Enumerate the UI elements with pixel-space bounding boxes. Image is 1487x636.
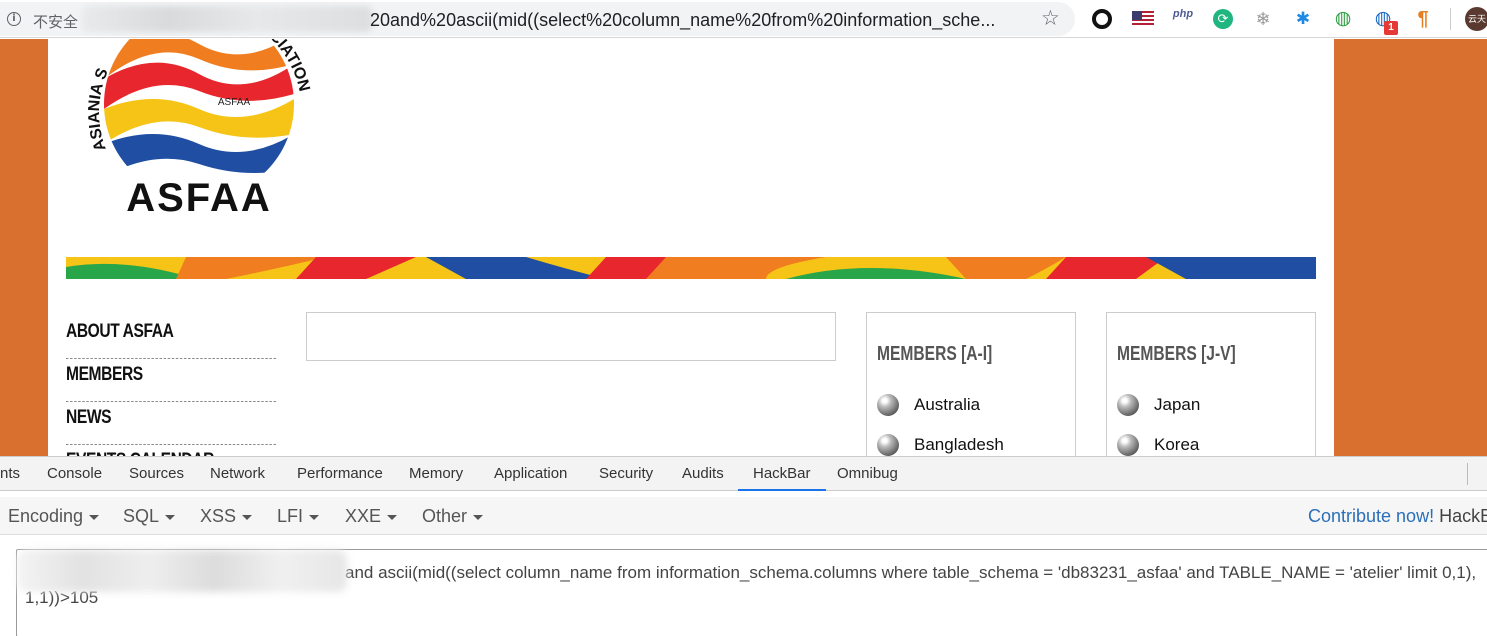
lfi-menu-label: LFI — [277, 506, 304, 526]
members-j-v-panel: MEMBERS [J-V] Japan Korea — [1106, 312, 1316, 456]
browser-toolbar: i 不安全 20and%20ascii(mid((select%20column… — [0, 0, 1487, 38]
tab-security[interactable]: Security — [599, 457, 653, 491]
php-icon[interactable]: php — [1172, 8, 1194, 30]
extension-badge: 1 — [1384, 21, 1398, 35]
pilcrow-icon[interactable]: ¶ — [1412, 8, 1434, 30]
xxe-menu[interactable]: XXE — [345, 497, 398, 535]
hackbar-toolbar: Encoding SQL XSS LFI XXE Other Contribut… — [0, 497, 1487, 535]
country-item[interactable]: Australia — [877, 394, 1065, 416]
country-item[interactable]: Bangladesh — [877, 434, 1065, 456]
page-container: ASFAA ASIANIA S OCIATION ASFAA ABOUT ASF… — [48, 39, 1334, 456]
other-menu-label: Other — [422, 506, 468, 526]
globe-icon — [1117, 394, 1139, 416]
profile-avatar[interactable]: 云天 — [1465, 7, 1487, 31]
contribute-area: Contribute now! HackB — [1308, 497, 1487, 535]
sync-icon[interactable]: ⟳ — [1213, 9, 1233, 29]
nav-news[interactable]: NEWS — [66, 402, 276, 445]
chevron-down-icon — [89, 514, 100, 520]
lfi-menu[interactable]: LFI — [277, 497, 320, 535]
security-label[interactable]: 不安全 — [33, 11, 78, 32]
tab-console[interactable]: Console — [47, 457, 102, 491]
country-item[interactable]: Korea — [1117, 434, 1305, 456]
members-a-i-title: MEMBERS [A-I] — [877, 343, 993, 365]
chevron-down-icon — [309, 514, 320, 520]
us-flag-icon[interactable] — [1132, 11, 1154, 27]
content-box — [306, 312, 836, 361]
devtools-tabs: nts Console Sources Network Performance … — [0, 457, 1487, 491]
tab-application[interactable]: Application — [494, 457, 567, 491]
tab-audits[interactable]: Audits — [682, 457, 724, 491]
encoding-menu-label: Encoding — [8, 506, 84, 526]
globe-icon — [1117, 434, 1139, 456]
chevron-down-icon — [387, 514, 398, 520]
nav-about[interactable]: ABOUT ASFAA — [66, 316, 276, 359]
tabs-divider — [1467, 463, 1468, 485]
asfaa-logo[interactable]: ASFAA ASIANIA S OCIATION ASFAA — [84, 39, 314, 219]
nav-events-calendar[interactable]: EVENTS CALENDAR — [66, 445, 276, 456]
tab-memory[interactable]: Memory — [409, 457, 463, 491]
hackbar-name: HackB — [1439, 506, 1487, 526]
country-label: Japan — [1154, 395, 1201, 414]
xss-menu[interactable]: XSS — [200, 497, 253, 535]
toolbar-divider — [1450, 8, 1451, 30]
sql-menu-label: SQL — [123, 506, 160, 526]
tab-hackbar[interactable]: HackBar — [738, 457, 826, 491]
page-viewport: ASFAA ASIANIA S OCIATION ASFAA ABOUT ASF… — [0, 39, 1487, 456]
country-label: Australia — [914, 395, 981, 414]
circle-icon[interactable] — [1092, 9, 1112, 29]
chevron-down-icon — [473, 514, 484, 520]
site-nav: ABOUT ASFAA MEMBERS NEWS EVENTS CALENDAR — [66, 316, 276, 456]
sql-menu[interactable]: SQL — [123, 497, 176, 535]
other-menu[interactable]: Other — [422, 497, 484, 535]
country-label: Korea — [1154, 435, 1200, 454]
snowflake-icon[interactable]: ❄ — [1252, 8, 1274, 30]
redacted-url-segment — [17, 550, 347, 592]
encoding-menu[interactable]: Encoding — [8, 497, 100, 535]
logo-inner-text: ASFAA — [218, 97, 251, 108]
country-item[interactable]: Japan — [1117, 394, 1305, 416]
url-text[interactable]: 20and%20ascii(mid((select%20column_name%… — [370, 10, 1025, 31]
tab-performance[interactable]: Performance — [297, 457, 383, 491]
globe-icon[interactable]: ◍ — [1332, 8, 1354, 30]
tab-elements[interactable]: nts — [0, 457, 20, 491]
tab-network[interactable]: Network — [210, 457, 265, 491]
chevron-down-icon — [165, 514, 176, 520]
info-icon[interactable]: i — [7, 12, 21, 26]
devtools-panel: nts Console Sources Network Performance … — [0, 456, 1487, 636]
omnibox[interactable]: i 不安全 20and%20ascii(mid((select%20column… — [0, 2, 1075, 36]
hackbar-url-input[interactable]: and ascii(mid((select column_name from i… — [16, 549, 1487, 636]
color-banner — [66, 257, 1316, 279]
logo-text: ASFAA — [126, 176, 272, 219]
redacted-url-segment — [82, 6, 372, 32]
bug-icon[interactable]: ✱ — [1292, 8, 1314, 30]
xxe-menu-label: XXE — [345, 506, 382, 526]
members-a-i-panel: MEMBERS [A-I] Australia Bangladesh — [866, 312, 1076, 456]
chevron-down-icon — [242, 514, 253, 520]
members-j-v-title: MEMBERS [J-V] — [1117, 343, 1236, 365]
globe-icon — [877, 434, 899, 456]
country-label: Bangladesh — [914, 435, 1004, 454]
contribute-link[interactable]: Contribute now! — [1308, 506, 1434, 526]
tab-omnibug[interactable]: Omnibug — [837, 457, 898, 491]
star-icon[interactable]: ☆ — [1041, 7, 1060, 31]
xss-menu-label: XSS — [200, 506, 237, 526]
nav-members[interactable]: MEMBERS — [66, 359, 276, 402]
globe-icon — [877, 394, 899, 416]
tab-sources[interactable]: Sources — [129, 457, 184, 491]
